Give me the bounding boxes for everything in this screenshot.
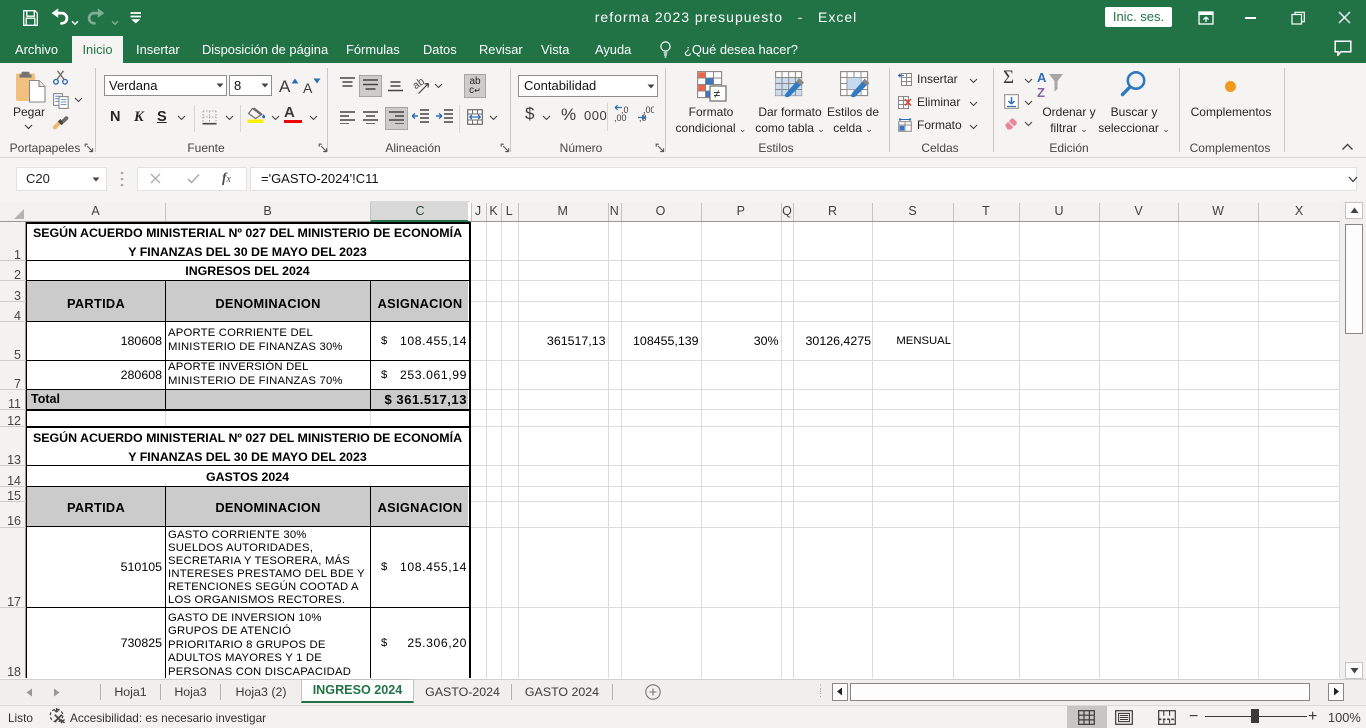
svg-text:,00: ,00 [614,113,627,123]
svg-text:A: A [1037,70,1047,85]
svg-text:Z: Z [1037,85,1045,100]
svg-text:≠: ≠ [714,87,721,101]
